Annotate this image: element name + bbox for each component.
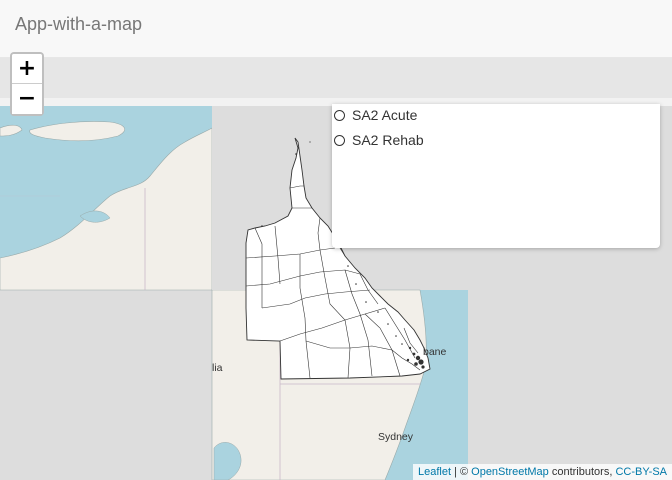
- zoom-out-button[interactable]: −: [12, 84, 42, 114]
- sa2-rehab-label: SA2 Rehab: [352, 132, 424, 148]
- attribution-contributors: contributors,: [548, 466, 616, 478]
- zoom-control: + −: [10, 52, 44, 116]
- navbar: App-with-a-map: [0, 0, 672, 58]
- openstreetmap-link[interactable]: OpenStreetMap: [471, 466, 549, 478]
- attribution-separator: | ©: [451, 466, 472, 478]
- map-top-band: [0, 58, 672, 98]
- map-tile-northwest: [0, 106, 213, 291]
- city-label-sydney: Sydney: [378, 431, 414, 443]
- zoom-in-button[interactable]: +: [12, 54, 42, 84]
- app-title[interactable]: App-with-a-map: [15, 14, 142, 35]
- map-attribution: Leaflet | © OpenStreetMap contributors, …: [412, 464, 672, 480]
- sa2-rehab-radio[interactable]: [334, 134, 345, 146]
- sa2-acute-radio[interactable]: [334, 109, 345, 121]
- license-link[interactable]: CC-BY-SA: [615, 466, 667, 478]
- layer-option-sa2-rehab[interactable]: SA2 Rehab: [334, 130, 424, 150]
- layer-option-sa2-acute[interactable]: SA2 Acute: [334, 105, 417, 125]
- layers-control: SA2 Acute SA2 Rehab: [332, 104, 660, 248]
- leaflet-link[interactable]: Leaflet: [418, 466, 451, 478]
- sa2-acute-label: SA2 Acute: [352, 107, 418, 123]
- city-label-brisbane: bane: [423, 346, 447, 358]
- country-label-australia: lia: [212, 362, 223, 374]
